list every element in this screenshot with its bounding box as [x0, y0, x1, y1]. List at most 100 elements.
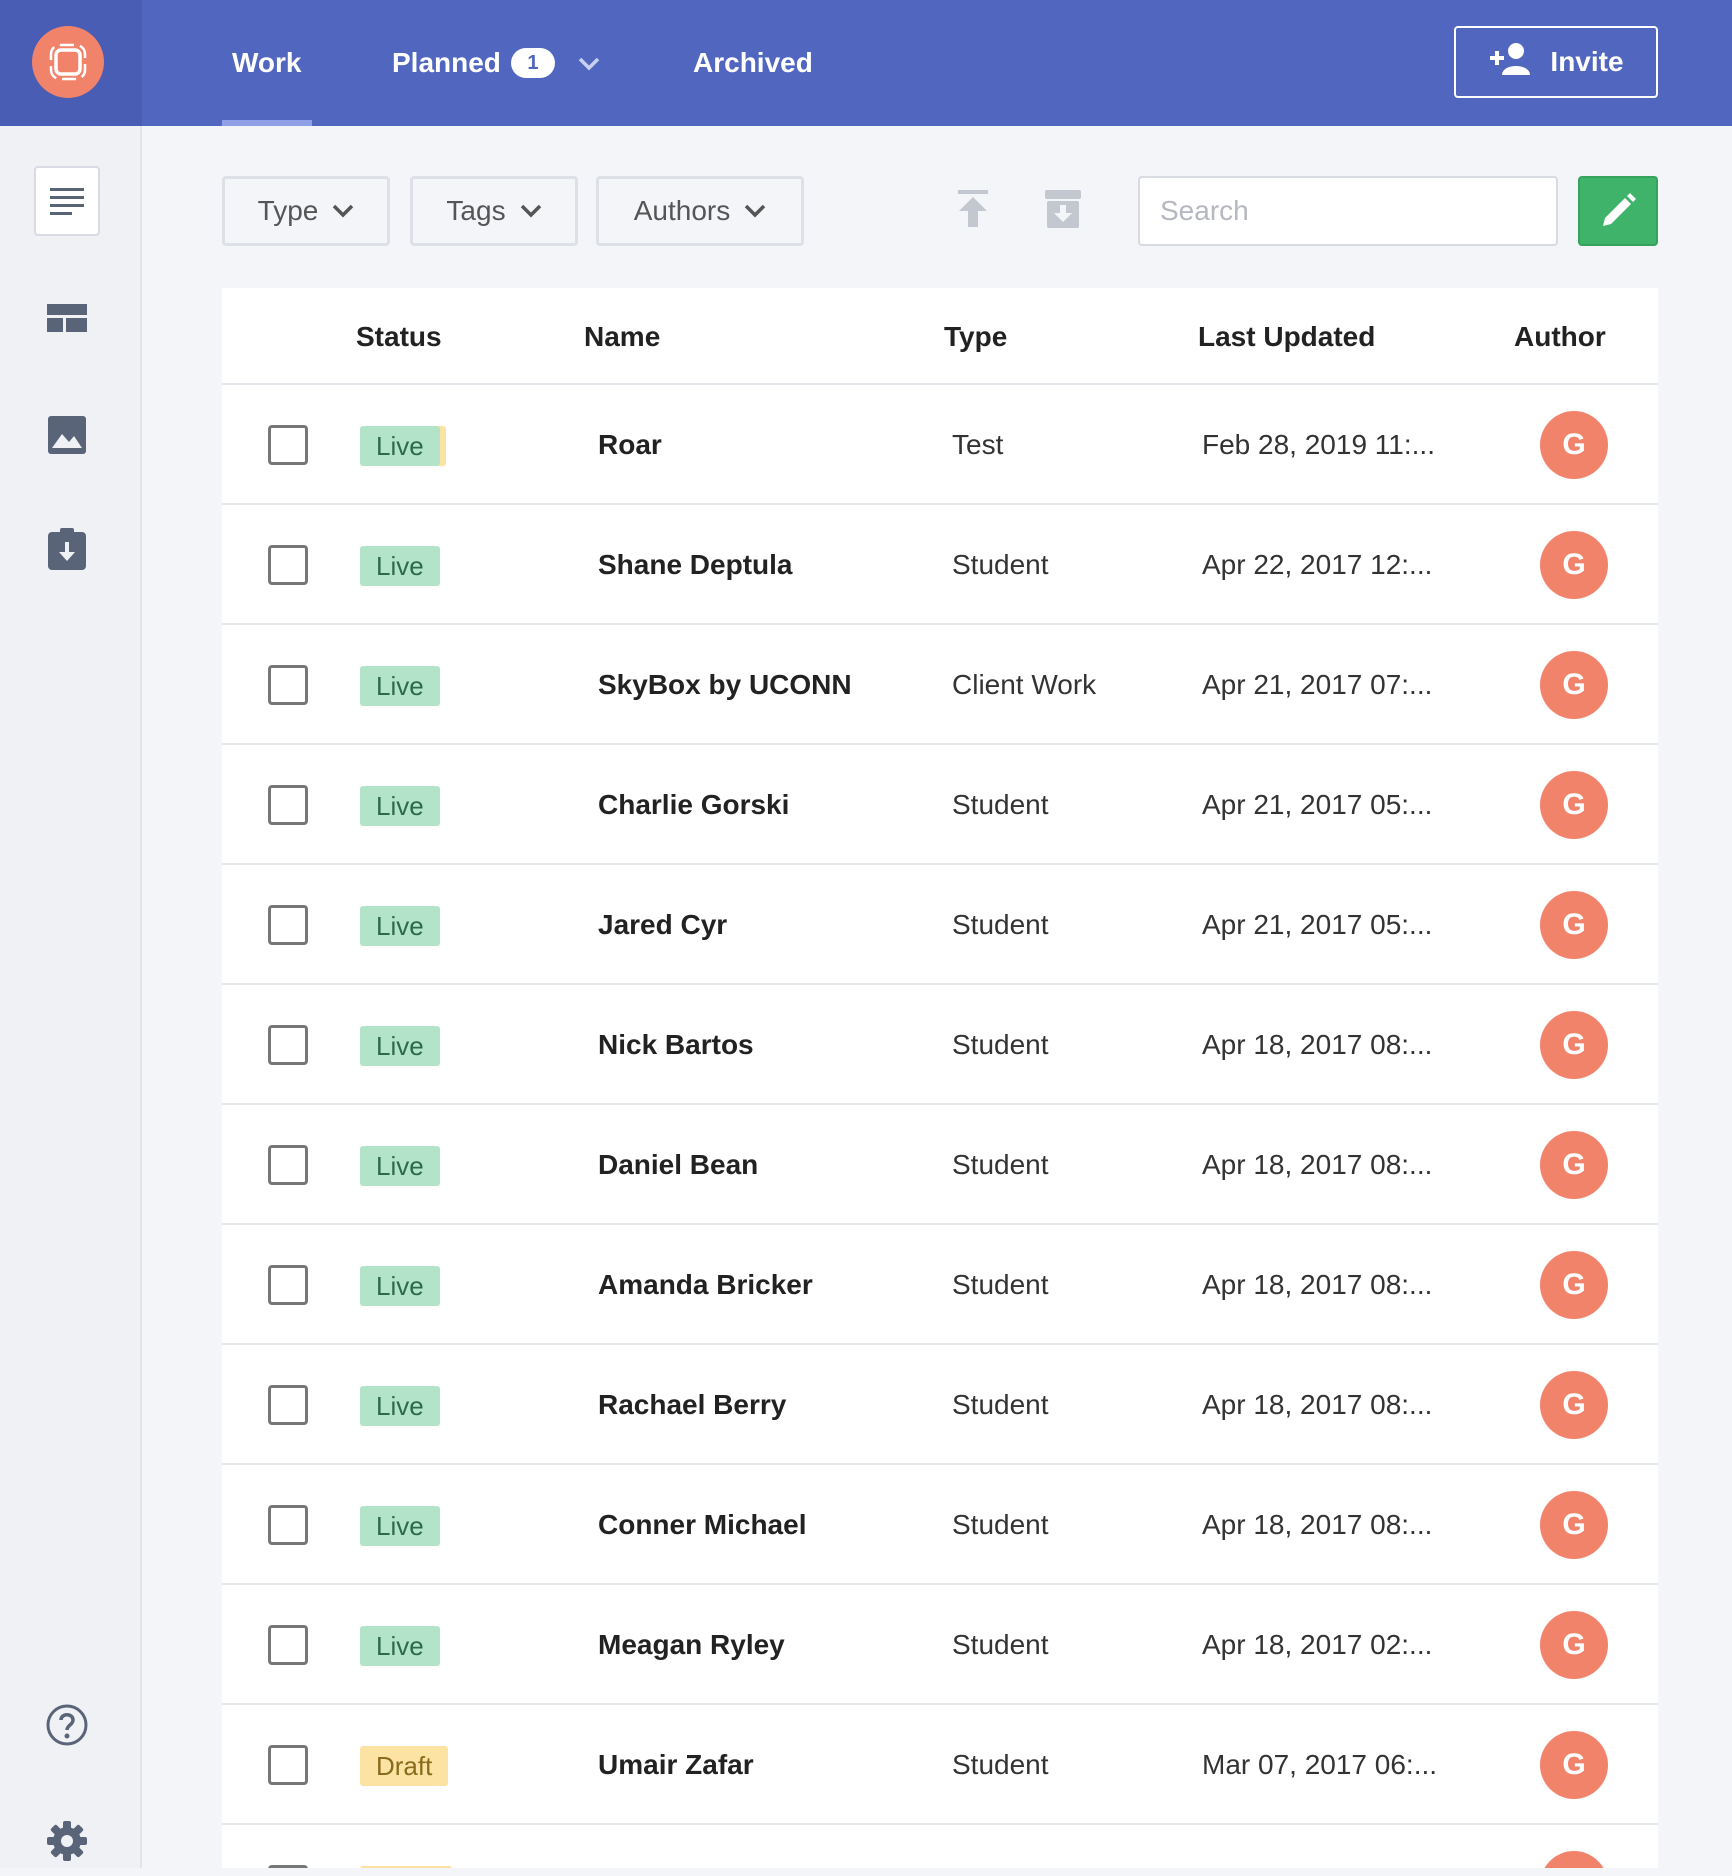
row-type: Student: [952, 549, 1049, 580]
table-row[interactable]: Live Meagan Ryley Student Apr 18, 2017 02:.…: [222, 1585, 1658, 1705]
publish-icon[interactable]: [950, 186, 996, 232]
author-avatar[interactable]: G: [1540, 1251, 1608, 1319]
row-type: Student: [952, 1149, 1049, 1180]
row-name-link[interactable]: SkyBox by UCONN: [598, 625, 852, 745]
tab-planned[interactable]: Planned 1: [392, 0, 601, 126]
row-last-updated: Apr 18, 2017 02:...: [1202, 1629, 1433, 1660]
tab-planned-label: Planned: [392, 47, 501, 78]
table-row-partial: [222, 1825, 1658, 1868]
type-filter-label: Type: [257, 195, 319, 226]
row-name-link[interactable]: Roar: [598, 385, 662, 505]
row-checkbox[interactable]: [268, 545, 308, 585]
status-badge: Live: [360, 1626, 440, 1666]
row-last-updated: Apr 21, 2017 05:...: [1202, 789, 1433, 820]
row-checkbox[interactable]: [268, 1025, 308, 1065]
row-checkbox[interactable]: [268, 1625, 308, 1665]
list-view-icon[interactable]: [34, 166, 100, 236]
table-row[interactable]: Live Conner Michael Student Apr 18, 2017 08…: [222, 1465, 1658, 1585]
invite-button[interactable]: Invite: [1454, 26, 1658, 98]
row-type: Student: [952, 1629, 1049, 1660]
help-icon[interactable]: [34, 1690, 100, 1760]
chevron-down-icon: [333, 204, 354, 218]
author-avatar[interactable]: [1540, 1851, 1608, 1868]
archive-icon[interactable]: [1040, 186, 1086, 232]
tab-work-label: Work: [232, 47, 302, 78]
row-checkbox[interactable]: [268, 1265, 308, 1305]
table-row[interactable]: Live SkyBox by UCONN Client Work Apr 21, 20…: [222, 625, 1658, 745]
chevron-down-icon: [520, 204, 541, 218]
author-avatar[interactable]: G: [1540, 411, 1608, 479]
row-name-link[interactable]: Shane Deptula: [598, 505, 792, 625]
row-name-link[interactable]: Nick Bartos: [598, 985, 754, 1105]
table-row[interactable]: Live Daniel Bean Student Apr 18, 2017 08:..…: [222, 1105, 1658, 1225]
content-table: Status Name Type Last Updated Author Liv…: [222, 288, 1658, 1868]
row-last-updated: Feb 28, 2019 11:...: [1202, 429, 1435, 460]
row-type: Student: [952, 1029, 1049, 1060]
table-row[interactable]: Live Roar Test Feb 28, 2019 11:... G: [222, 385, 1658, 505]
column-header-author[interactable]: Author: [1514, 288, 1606, 385]
row-type: Student: [952, 909, 1049, 940]
row-last-updated: Mar 07, 2017 06:...: [1202, 1749, 1438, 1780]
new-post-button[interactable]: [1578, 176, 1658, 246]
row-last-updated: Apr 18, 2017 08:...: [1202, 1509, 1433, 1540]
author-avatar[interactable]: G: [1540, 1011, 1608, 1079]
row-checkbox[interactable]: [268, 1745, 308, 1785]
author-avatar[interactable]: G: [1540, 1491, 1608, 1559]
chevron-down-icon[interactable]: [577, 47, 601, 79]
column-header-status[interactable]: Status: [356, 288, 442, 385]
row-name-link[interactable]: Jared Cyr: [598, 865, 727, 985]
author-avatar[interactable]: G: [1540, 1611, 1608, 1679]
column-header-last-updated[interactable]: Last Updated: [1198, 288, 1375, 385]
table-row[interactable]: Live Jared Cyr Student Apr 21, 2017 05:... G: [222, 865, 1658, 985]
author-avatar[interactable]: G: [1540, 1131, 1608, 1199]
row-checkbox[interactable]: [268, 425, 308, 465]
author-avatar[interactable]: G: [1540, 1731, 1608, 1799]
image-icon[interactable]: [34, 400, 100, 470]
top-nav-bar: Work Planned 1 Archived Invite: [0, 0, 1732, 126]
clipboard-download-icon[interactable]: [34, 514, 100, 584]
column-header-name[interactable]: Name: [584, 288, 660, 385]
gear-icon[interactable]: [34, 1806, 100, 1876]
tags-filter-dropdown[interactable]: Tags: [410, 176, 578, 246]
column-header-type[interactable]: Type: [944, 288, 1007, 385]
table-row[interactable]: Live Rachael Berry Student Apr 18, 2017 08:…: [222, 1345, 1658, 1465]
author-avatar[interactable]: G: [1540, 891, 1608, 959]
app-logo-icon[interactable]: [32, 26, 104, 98]
row-checkbox[interactable]: [268, 785, 308, 825]
status-badge: Live: [360, 786, 440, 826]
row-name-link[interactable]: Conner Michael: [598, 1465, 806, 1585]
type-filter-dropdown[interactable]: Type: [222, 176, 390, 246]
invite-label: Invite: [1550, 46, 1624, 77]
row-checkbox[interactable]: [268, 905, 308, 945]
tab-archived[interactable]: Archived: [693, 0, 813, 126]
row-checkbox[interactable]: [268, 1505, 308, 1545]
table-row[interactable]: Live Nick Bartos Student Apr 18, 2017 08:..…: [222, 985, 1658, 1105]
row-last-updated: Apr 18, 2017 08:...: [1202, 1269, 1433, 1300]
row-name-link[interactable]: Meagan Ryley: [598, 1585, 785, 1705]
layout-icon[interactable]: [34, 284, 100, 354]
author-avatar[interactable]: G: [1540, 651, 1608, 719]
row-name-link[interactable]: Umair Zafar: [598, 1705, 754, 1825]
row-name-link[interactable]: Charlie Gorski: [598, 745, 789, 865]
row-checkbox[interactable]: [268, 1385, 308, 1425]
pencil-icon: [1603, 193, 1636, 226]
row-checkbox[interactable]: [268, 665, 308, 705]
author-avatar[interactable]: G: [1540, 771, 1608, 839]
table-row[interactable]: Live Charlie Gorski Student Apr 21, 2017 05…: [222, 745, 1658, 865]
status-badge: Live: [360, 666, 440, 706]
search-input[interactable]: [1138, 176, 1558, 246]
row-name-link[interactable]: Daniel Bean: [598, 1105, 758, 1225]
table-row[interactable]: Live Amanda Bricker Student Apr 18, 2017 08…: [222, 1225, 1658, 1345]
row-name-link[interactable]: Amanda Bricker: [598, 1225, 813, 1345]
row-checkbox[interactable]: [268, 1145, 308, 1185]
authors-filter-dropdown[interactable]: Authors: [596, 176, 804, 246]
tab-work[interactable]: Work: [222, 0, 311, 126]
author-avatar[interactable]: G: [1540, 531, 1608, 599]
table-row[interactable]: Live Shane Deptula Student Apr 22, 2017 12:…: [222, 505, 1658, 625]
row-type: Student: [952, 1389, 1049, 1420]
status-badge: Live: [360, 546, 440, 586]
planned-count-badge: 1: [510, 48, 555, 78]
row-name-link[interactable]: Rachael Berry: [598, 1345, 786, 1465]
author-avatar[interactable]: G: [1540, 1371, 1608, 1439]
table-row[interactable]: Draft Umair Zafar Student Mar 07, 2017 06:.…: [222, 1705, 1658, 1825]
